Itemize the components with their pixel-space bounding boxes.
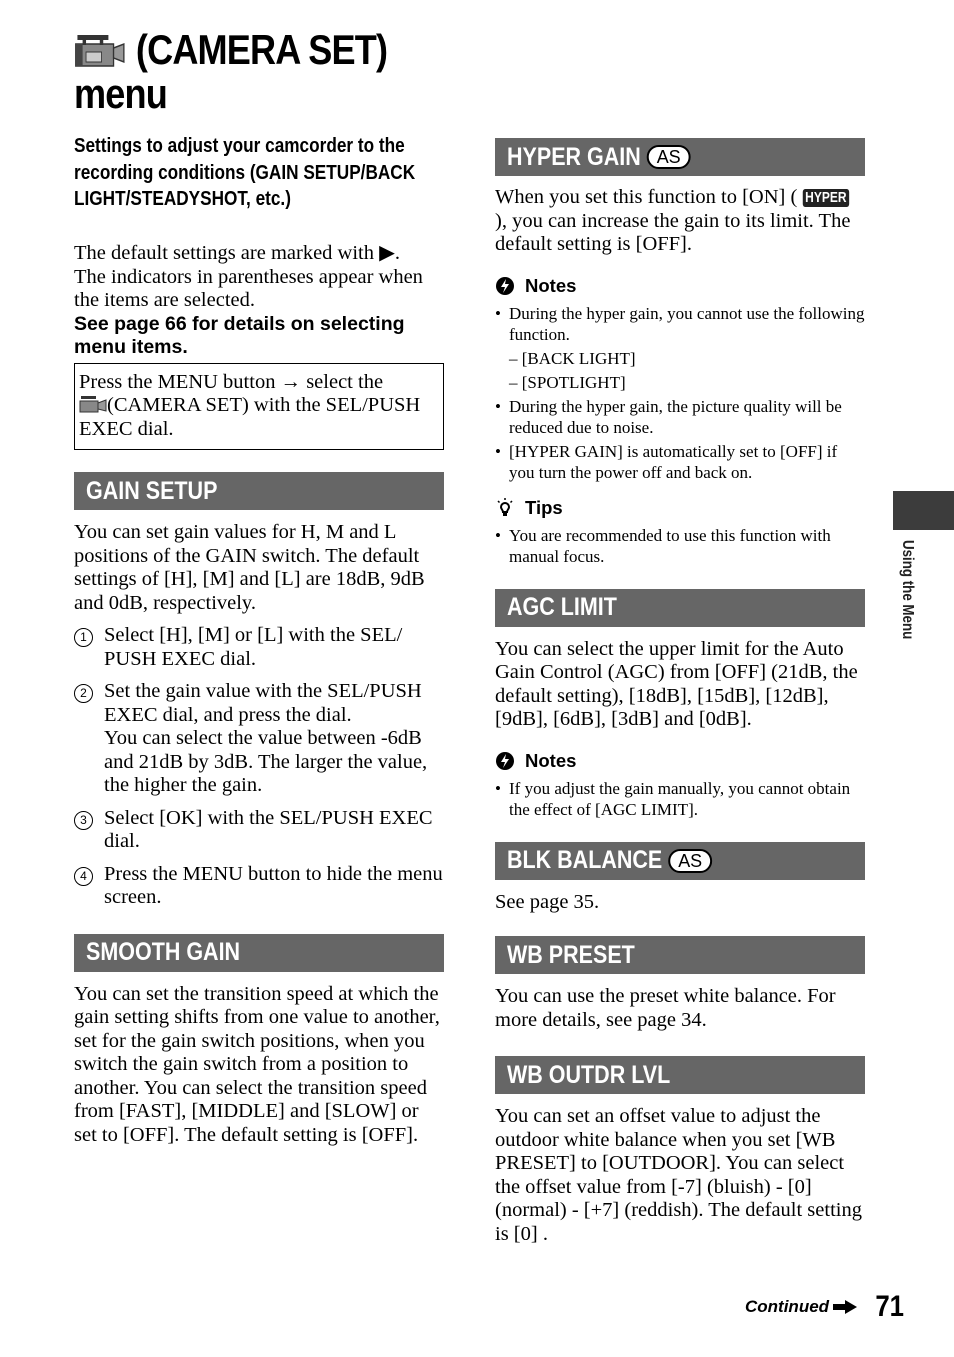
step-item: 3 Select [OK] with the SEL/PUSH EXEC dia… [74, 807, 444, 854]
notes-heading: Notes [495, 275, 865, 297]
see-page-note: See page 66 for details on selecting men… [74, 312, 405, 358]
step-text: Select [OK] with the SEL/PUSH EXEC dial. [104, 806, 433, 853]
blk-balance-body: See page 35. [495, 890, 600, 913]
agc-limit-notes: If you adjust the gain manually, you can… [495, 778, 865, 820]
wb-outdr-lvl-body: You can set an offset value to adjust th… [495, 1105, 862, 1245]
notes-label: Notes [525, 749, 577, 771]
tips-heading: Tips [495, 497, 865, 519]
page-subtitle: Settings to adjust your camcorder to the… [74, 135, 416, 210]
notes-icon [496, 751, 514, 770]
step-number-2-icon: 2 [74, 684, 93, 703]
section-title: GAIN SETUP [86, 476, 218, 505]
section-title: HYPER GAIN [507, 142, 641, 171]
notes-heading: Notes [495, 750, 865, 772]
note-subitem: – [SPOTLIGHT] [509, 372, 626, 392]
left-column: The default settings are marked with ▶. … [74, 242, 444, 1147]
notes-icon [496, 276, 514, 295]
note-item: [HYPER GAIN] is automatically set to [OF… [495, 441, 865, 483]
side-tab-marker [893, 491, 954, 530]
instruction-text-2: select the [306, 370, 384, 393]
hyper-indicator-icon: HYPER [803, 189, 850, 207]
as-badge-icon: AS [646, 145, 691, 169]
page-footer: Continued 71 [745, 1290, 906, 1324]
step-item: 2 Set the gain value with the SEL/PUSH E… [74, 680, 444, 798]
instruction-text-3: (CAMERA SET) with the SEL/PUSH EXEC dial… [79, 394, 421, 440]
step-text: Select [H], [M] or [L] with the SEL/ PUS… [104, 624, 403, 670]
section-title: WB PRESET [507, 940, 635, 969]
smooth-gain-body: You can set the transition speed at whic… [74, 982, 440, 1146]
camera-set-icon [75, 35, 125, 67]
intro-defaults: The default settings are marked with ▶. [74, 242, 401, 264]
note-subitem: – [BACK LIGHT] [509, 348, 636, 368]
note-item: If you adjust the gain manually, you can… [495, 778, 865, 820]
section-title: BLK BALANCE [507, 846, 663, 874]
step-item: 4 Press the MENU button to hide the menu… [74, 863, 444, 910]
camera-set-icon [79, 396, 107, 413]
notes-label: Notes [525, 274, 577, 296]
instruction-box: Press the MENU button → select the (CAME… [74, 362, 444, 450]
section-header-smooth-gain: SMOOTH GAIN [74, 933, 444, 972]
body-text: ), you can increase the gain to its limi… [495, 209, 851, 256]
intro-indicators: The indicators in parentheses appear whe… [74, 265, 423, 312]
section-header-gain-setup: GAIN SETUP [74, 472, 444, 510]
tips-label: Tips [525, 496, 563, 518]
section-header-hyper-gain: HYPER GAIN AS [495, 138, 865, 176]
step-number-3-icon: 3 [74, 810, 93, 830]
step-item: 1 Select [H], [M] or [L] with the SEL/ P… [74, 624, 444, 671]
gain-setup-body: You can set gain values for H, M and L p… [74, 521, 425, 614]
gain-setup-steps: 1 Select [H], [M] or [L] with the SEL/ P… [74, 624, 444, 910]
arrow-right-icon: → [280, 370, 302, 393]
continued-label: Continued [745, 1297, 830, 1316]
hyper-gain-tips: You are recommended to use this function… [495, 525, 865, 567]
section-header-wb-preset: WB PRESET [495, 936, 865, 974]
as-badge-icon: AS [667, 848, 712, 873]
step-extra-text: You can select the value between -6dB an… [104, 727, 428, 796]
right-column: HYPER GAIN AS When you set this function … [495, 138, 865, 1246]
note-item: During the hyper gain, you cannot use th… [495, 303, 865, 393]
agc-limit-body: You can select the upper limit for the A… [495, 637, 858, 731]
page-number: 71 [875, 1290, 905, 1323]
page-title: (CAMERA SET) menu [74, 26, 388, 117]
section-header-agc-limit: AGC LIMIT [495, 588, 865, 627]
wb-preset-body: You can use the preset white balance. Fo… [495, 985, 836, 1031]
section-title: SMOOTH GAIN [86, 938, 241, 966]
tip-item: You are recommended to use this function… [495, 525, 865, 567]
section-header-blk-balance: BLK BALANCE AS [495, 841, 865, 880]
lightbulb-icon [497, 497, 513, 516]
title-line-2: menu [74, 70, 168, 117]
title-line-1: (CAMERA SET) [135, 26, 388, 73]
instruction-text-1: Press the MENU button [79, 370, 276, 393]
note-text: During the hyper gain, you cannot use th… [509, 303, 865, 344]
body-text: When you set this function to [ON] ( [495, 186, 798, 208]
section-title: WB OUTDR LVL [507, 1060, 671, 1089]
step-text: Set the gain value with the SEL/PUSH EXE… [104, 680, 422, 726]
section-header-wb-outdr-lvl: WB OUTDR LVL [495, 1056, 865, 1094]
note-item: During the hyper gain, the picture quali… [495, 396, 865, 438]
hyper-gain-body: When you set this function to [ON] ( HYPE… [495, 186, 865, 257]
step-number-1-icon: 1 [74, 628, 93, 647]
side-tab-label: Using the Menu [899, 540, 916, 640]
section-title: AGC LIMIT [507, 593, 617, 621]
hyper-gain-notes: During the hyper gain, you cannot use th… [495, 303, 865, 483]
step-number-4-icon: 4 [74, 866, 93, 886]
arrow-right-icon [833, 1300, 858, 1314]
step-text: Press the MENU button to hide the menu s… [104, 862, 443, 909]
